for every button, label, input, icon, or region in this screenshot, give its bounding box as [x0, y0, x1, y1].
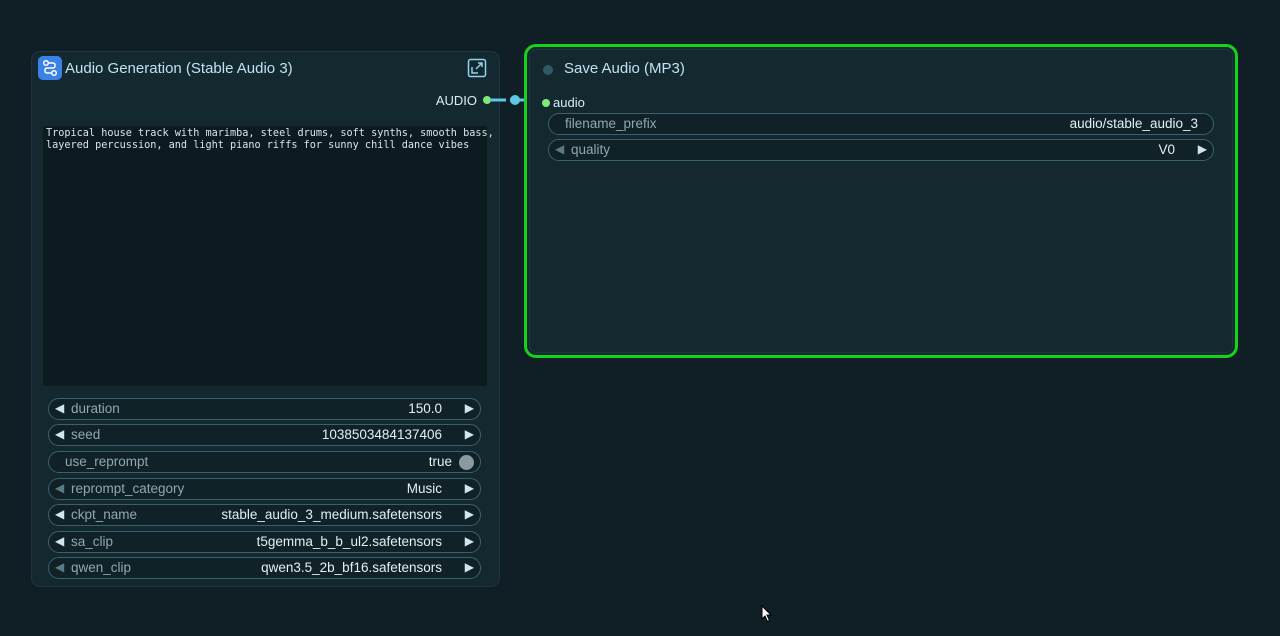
use-reprompt-label: use_reprompt [65, 454, 149, 469]
input-audio-port[interactable] [542, 99, 550, 107]
qwen-clip-label: qwen_clip [71, 560, 132, 575]
arrow-left-icon[interactable]: ◀ [55, 534, 64, 548]
seed-label: seed [71, 427, 101, 442]
arrow-right-icon[interactable]: ▶ [465, 427, 474, 441]
expand-icon[interactable] [467, 58, 487, 78]
status-dot-icon [543, 65, 553, 75]
arrow-left-icon[interactable]: ◀ [55, 481, 64, 495]
arrow-right-icon[interactable]: ▶ [465, 507, 474, 521]
sa-clip-value: t5gemma_b_b_ul2.safetensors [256, 534, 442, 549]
arrow-left-icon[interactable]: ◀ [55, 560, 64, 574]
arrow-left-icon[interactable]: ◀ [555, 142, 564, 156]
filename-prefix-value: audio/stable_audio_3 [1069, 116, 1198, 131]
audio-generation-node[interactable]: Audio Generation (Stable Audio 3) AUDIO … [32, 52, 499, 586]
quality-value: V0 [1158, 142, 1175, 157]
use-reprompt-value: true [428, 454, 452, 469]
quality-label: quality [571, 142, 611, 157]
prompt-textarea[interactable]: Tropical house track with marimba, steel… [43, 126, 494, 386]
duration-label: duration [71, 401, 120, 416]
ckpt-name-value: stable_audio_3_medium.safetensors [221, 507, 442, 522]
save-audio-node-body [530, 50, 1232, 352]
save-audio-node[interactable]: Save Audio (MP3) audio filename_prefix a… [524, 44, 1238, 358]
arrow-left-icon[interactable]: ◀ [55, 427, 64, 441]
duration-value: 150.0 [408, 401, 442, 416]
seed-value: 1038503484137406 [321, 427, 442, 442]
arrow-right-icon[interactable]: ▶ [1198, 142, 1207, 156]
cursor-icon [761, 604, 773, 628]
reprompt-category-value: Music [406, 481, 442, 496]
duration-widget[interactable]: ◀ duration 150.0 ▶ [48, 398, 481, 420]
ckpt-name-label: ckpt_name [71, 507, 138, 522]
arrow-left-icon[interactable]: ◀ [55, 507, 64, 521]
node-title: Save Audio (MP3) [564, 60, 685, 77]
ckpt-name-widget[interactable]: ◀ ckpt_name stable_audio_3_medium.safete… [48, 504, 481, 526]
arrow-left-icon[interactable]: ◀ [55, 401, 64, 415]
sa-clip-widget[interactable]: ◀ sa_clip t5gemma_b_b_ul2.safetensors ▶ [48, 531, 481, 553]
workflow-icon [38, 56, 62, 80]
qwen-clip-value: qwen3.5_2b_bf16.safetensors [261, 560, 442, 575]
qwen-clip-widget[interactable]: ◀ qwen_clip qwen3.5_2b_bf16.safetensors … [48, 557, 481, 579]
use-reprompt-toggle[interactable]: use_reprompt true [48, 451, 481, 473]
input-audio-label: audio [553, 95, 585, 110]
output-audio-label: AUDIO [435, 93, 477, 108]
arrow-right-icon[interactable]: ▶ [465, 401, 474, 415]
sa-clip-label: sa_clip [71, 534, 114, 549]
seed-widget[interactable]: ◀ seed 1038503484137406 ▶ [48, 424, 481, 446]
arrow-right-icon[interactable]: ▶ [465, 560, 474, 574]
filename-prefix-field[interactable]: filename_prefix audio/stable_audio_3 [548, 113, 1214, 135]
toggle-icon[interactable] [459, 455, 474, 470]
arrow-right-icon[interactable]: ▶ [465, 534, 474, 548]
node-title: Audio Generation (Stable Audio 3) [65, 60, 293, 77]
reprompt-category-label: reprompt_category [71, 481, 185, 496]
filename-prefix-label: filename_prefix [565, 116, 657, 131]
arrow-right-icon[interactable]: ▶ [465, 481, 474, 495]
reprompt-category-widget[interactable]: ◀ reprompt_category Music ▶ [48, 478, 481, 500]
quality-widget[interactable]: ◀ quality V0 ▶ [548, 139, 1214, 161]
